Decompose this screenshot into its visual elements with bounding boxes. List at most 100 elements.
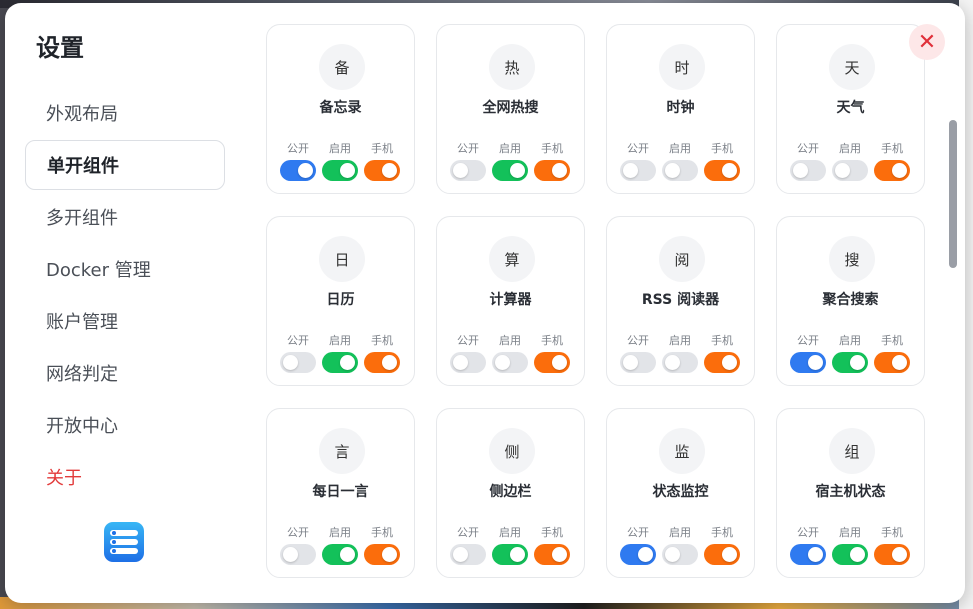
mobile-label: 手机 [371, 334, 393, 347]
public-switch[interactable] [790, 544, 826, 565]
widget-icon: 搜 [829, 236, 875, 282]
menu-item-4[interactable]: 账户管理 [25, 296, 225, 346]
mobile-switch[interactable] [704, 160, 740, 181]
widget-name: 状态监控 [652, 484, 709, 500]
enable-label: 启用 [839, 334, 861, 347]
menu-item-2[interactable]: 多开组件 [25, 192, 225, 242]
mobile-toggle-group: 手机 [874, 333, 910, 373]
mobile-switch[interactable] [534, 160, 570, 181]
menu-item-5[interactable]: 网络判定 [25, 348, 225, 398]
enable-switch[interactable] [322, 352, 358, 373]
widget-card: 阅 RSS 阅读器公开 启用 手机 [606, 216, 755, 386]
menu-item-1[interactable]: 单开组件 [25, 140, 225, 190]
public-label: 公开 [457, 334, 479, 347]
menu-item-3[interactable]: Docker 管理 [25, 244, 225, 294]
enable-label: 启用 [499, 142, 521, 155]
enable-label: 启用 [329, 334, 351, 347]
public-switch[interactable] [620, 352, 656, 373]
enable-switch[interactable] [492, 352, 528, 373]
widget-toggles: 公开 启用 手机 [790, 333, 910, 373]
widget-icon: 言 [319, 428, 365, 474]
scrollbar-thumb[interactable] [949, 120, 957, 268]
enable-switch[interactable] [832, 160, 868, 181]
widget-toggles: 公开 启用 手机 [790, 141, 910, 181]
widget-card: 天天气 公开 启用 手机 [776, 24, 925, 194]
widget-name: 日历 [326, 292, 355, 308]
public-switch[interactable] [280, 352, 316, 373]
public-toggle-group: 公开 [450, 141, 486, 181]
widget-icon: 备 [319, 44, 365, 90]
public-switch[interactable] [620, 160, 656, 181]
enable-label: 启用 [499, 526, 521, 539]
public-switch[interactable] [450, 352, 486, 373]
enable-switch[interactable] [322, 160, 358, 181]
enable-toggle-group: 启用 [662, 141, 698, 181]
widget-toggles: 公开 启用 手机 [620, 141, 740, 181]
mobile-switch[interactable] [704, 352, 740, 373]
enable-label: 启用 [839, 142, 861, 155]
widget-toggles: 公开 启用 手机 [280, 141, 400, 181]
enable-switch[interactable] [662, 160, 698, 181]
mobile-label: 手机 [711, 142, 733, 155]
widget-icon: 日 [319, 236, 365, 282]
public-switch[interactable] [280, 160, 316, 181]
mobile-label: 手机 [881, 526, 903, 539]
mobile-switch[interactable] [364, 544, 400, 565]
mobile-label: 手机 [541, 526, 563, 539]
public-switch[interactable] [790, 160, 826, 181]
close-button[interactable]: ✕ [909, 24, 945, 60]
enable-toggle-group: 启用 [322, 333, 358, 373]
mobile-switch[interactable] [874, 544, 910, 565]
mobile-switch[interactable] [534, 544, 570, 565]
widget-grid: 备备忘录 公开 启用 手机热全网热搜 公开 启用 手机时时钟 公开 启用 手机天天气 公开 启用 手机日… [266, 24, 925, 578]
mobile-switch[interactable] [874, 352, 910, 373]
mobile-label: 手机 [541, 334, 563, 347]
public-toggle-group: 公开 [450, 333, 486, 373]
public-switch[interactable] [280, 544, 316, 565]
public-switch[interactable] [790, 352, 826, 373]
public-toggle-group: 公开 [790, 333, 826, 373]
mobile-switch[interactable] [704, 544, 740, 565]
public-toggle-group: 公开 [620, 141, 656, 181]
widget-toggles: 公开 启用 手机 [280, 525, 400, 565]
enable-switch[interactable] [832, 544, 868, 565]
mobile-toggle-group: 手机 [874, 525, 910, 565]
widget-toggles: 公开 启用 手机 [620, 333, 740, 373]
mobile-switch[interactable] [364, 160, 400, 181]
widget-toggles: 公开 启用 手机 [790, 525, 910, 565]
widget-panel: 备备忘录 公开 启用 手机热全网热搜 公开 启用 手机时时钟 公开 启用 手机天天气 公开 启用 手机日… [255, 3, 945, 603]
enable-switch[interactable] [662, 544, 698, 565]
mobile-switch[interactable] [874, 160, 910, 181]
public-toggle-group: 公开 [280, 141, 316, 181]
mobile-switch[interactable] [534, 352, 570, 373]
public-toggle-group: 公开 [620, 525, 656, 565]
public-switch[interactable] [450, 544, 486, 565]
public-toggle-group: 公开 [620, 333, 656, 373]
enable-label: 启用 [669, 526, 691, 539]
public-label: 公开 [797, 142, 819, 155]
widget-icon: 阅 [659, 236, 705, 282]
enable-label: 启用 [329, 526, 351, 539]
enable-toggle-group: 启用 [322, 525, 358, 565]
menu-item-0[interactable]: 外观布局 [25, 88, 225, 138]
menu-item-6[interactable]: 开放中心 [25, 400, 225, 450]
enable-toggle-group: 启用 [492, 333, 528, 373]
mobile-switch[interactable] [364, 352, 400, 373]
public-switch[interactable] [620, 544, 656, 565]
widget-name: 聚合搜索 [822, 292, 879, 308]
mobile-toggle-group: 手机 [364, 525, 400, 565]
enable-switch[interactable] [492, 544, 528, 565]
menu-item-7[interactable]: 关于 [25, 452, 225, 502]
enable-label: 启用 [499, 334, 521, 347]
public-label: 公开 [627, 334, 649, 347]
widget-name: RSS 阅读器 [641, 292, 720, 308]
enable-switch[interactable] [492, 160, 528, 181]
enable-switch[interactable] [662, 352, 698, 373]
widget-card: 侧侧边栏 公开 启用 手机 [436, 408, 585, 578]
enable-switch[interactable] [322, 544, 358, 565]
public-label: 公开 [797, 526, 819, 539]
enable-toggle-group: 启用 [832, 141, 868, 181]
enable-switch[interactable] [832, 352, 868, 373]
public-switch[interactable] [450, 160, 486, 181]
widget-name: 时钟 [666, 100, 695, 116]
